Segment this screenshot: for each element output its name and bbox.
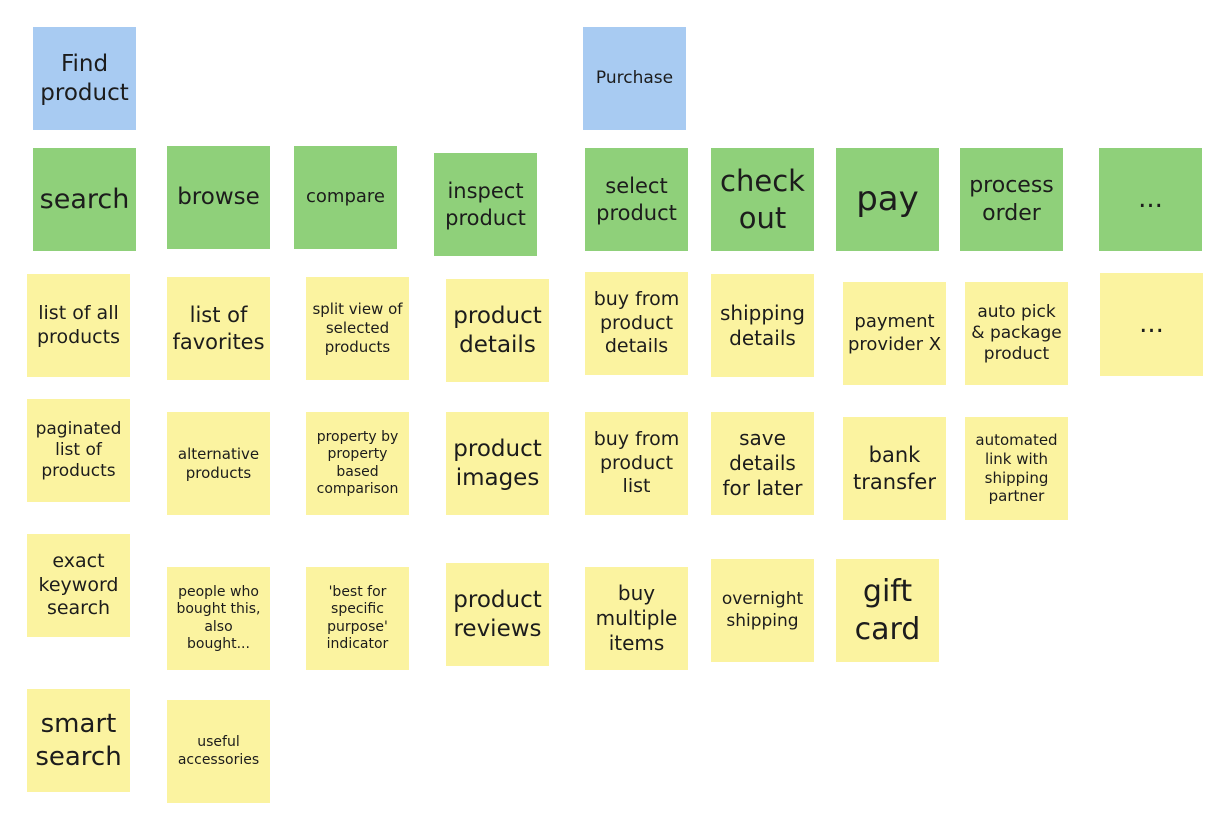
note-text: overnight shipping [721, 589, 804, 631]
note-text: 'best for specific purpose' indicator [326, 583, 389, 653]
story-note[interactable]: exact keyword search [27, 534, 130, 637]
story-note[interactable]: property by property based comparison [306, 412, 409, 515]
task-select-product[interactable]: select product [585, 148, 688, 251]
story-note[interactable]: product details [446, 279, 549, 382]
story-note[interactable]: paginated list of products [27, 399, 130, 502]
story-note[interactable]: save details for later [711, 412, 814, 515]
story-note[interactable]: bank transfer [843, 417, 946, 520]
note-text: product reviews [453, 586, 542, 642]
note-text: shipping details [720, 300, 805, 350]
note-text: compare [306, 186, 385, 208]
note-text: Purchase [595, 67, 674, 88]
story-note[interactable]: shipping details [711, 274, 814, 377]
story-note[interactable]: buy multiple items [585, 567, 688, 670]
note-text: gift card [854, 574, 921, 647]
story-note[interactable]: list of favorites [167, 277, 270, 380]
task-search[interactable]: search [33, 148, 136, 251]
story-note[interactable]: 'best for specific purpose' indicator [306, 567, 409, 670]
story-note[interactable]: product images [446, 412, 549, 515]
note-text: select product [596, 174, 677, 225]
note-text: buy multiple items [595, 581, 678, 655]
note-text: automated link with shipping partner [975, 431, 1058, 506]
note-text: property by property based comparison [316, 428, 399, 498]
story-note[interactable]: ... [1100, 273, 1203, 376]
note-text: people who bought this, also bought... [176, 583, 261, 653]
note-text: ... [1139, 309, 1164, 340]
story-note[interactable]: gift card [836, 559, 939, 662]
activity-purchase[interactable]: Purchase [583, 27, 686, 130]
note-text: useful accessories [177, 734, 260, 768]
story-note[interactable]: useful accessories [167, 700, 270, 803]
task-pay[interactable]: pay [836, 148, 939, 251]
note-text: save details for later [722, 426, 803, 500]
activity-find-product[interactable]: Find product [33, 27, 136, 130]
story-note[interactable]: automated link with shipping partner [965, 417, 1068, 520]
story-note[interactable]: list of all products [27, 274, 130, 377]
note-text: product details [453, 302, 542, 358]
note-text: exact keyword search [38, 549, 119, 620]
note-text: alternative products [177, 444, 260, 482]
note-text: Find product [40, 50, 129, 106]
task-browse[interactable]: browse [167, 146, 270, 249]
story-note[interactable]: people who bought this, also bought... [167, 567, 270, 670]
story-note[interactable]: buy from product details [585, 272, 688, 375]
note-text: process order [969, 173, 1054, 226]
note-text: smart search [35, 709, 122, 772]
note-text: pay [856, 179, 919, 220]
note-text: search [39, 183, 130, 215]
story-note[interactable]: payment provider X [843, 282, 946, 385]
note-text: list of favorites [172, 303, 265, 354]
task-compare[interactable]: compare [294, 146, 397, 249]
story-note[interactable]: smart search [27, 689, 130, 792]
note-text: buy from product list [593, 427, 680, 498]
note-text: bank transfer [853, 443, 936, 494]
story-note[interactable]: buy from product list [585, 412, 688, 515]
note-text: auto pick & package product [971, 301, 1062, 365]
note-text: list of all products [37, 301, 120, 348]
task-process-order[interactable]: process order [960, 148, 1063, 251]
story-note[interactable]: auto pick & package product [965, 282, 1068, 385]
note-text: inspect product [445, 179, 526, 230]
task-more[interactable]: ... [1099, 148, 1202, 251]
task-inspect-product[interactable]: inspect product [434, 153, 537, 256]
story-note[interactable]: overnight shipping [711, 559, 814, 662]
note-text: paginated list of products [35, 418, 122, 482]
note-text: split view of selected products [312, 300, 403, 356]
note-text: buy from product details [593, 287, 680, 358]
note-text: browse [177, 184, 260, 211]
note-text: payment provider X [847, 311, 942, 355]
note-text: ... [1138, 184, 1163, 215]
note-text: product images [453, 435, 542, 491]
story-note[interactable]: product reviews [446, 563, 549, 666]
story-note[interactable]: split view of selected products [306, 277, 409, 380]
note-text: check out [720, 164, 805, 235]
story-note[interactable]: alternative products [167, 412, 270, 515]
task-check-out[interactable]: check out [711, 148, 814, 251]
